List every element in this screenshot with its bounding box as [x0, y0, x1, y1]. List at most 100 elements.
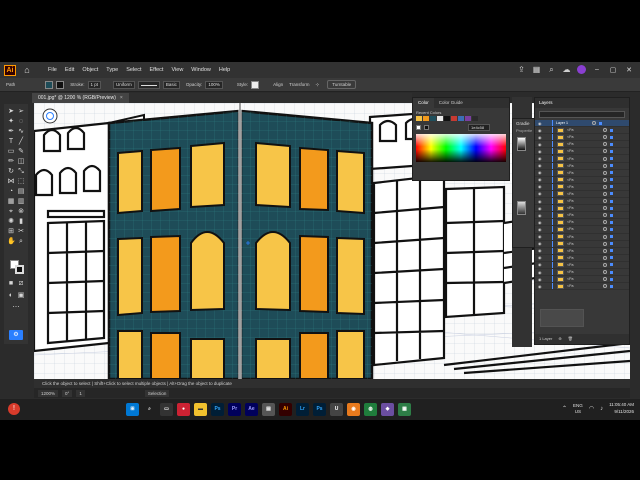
layer-target-icon[interactable] — [603, 170, 607, 175]
start-icon[interactable]: ⊞ — [126, 403, 139, 416]
graph-tool-icon[interactable]: ▮ — [17, 218, 25, 226]
layers-panel-title[interactable]: Layers — [535, 98, 629, 108]
layer-target-icon[interactable] — [592, 121, 596, 126]
pen-tool-icon[interactable]: ✒ — [7, 128, 15, 136]
unreal-icon[interactable]: U — [330, 403, 343, 416]
screen-mode-icon[interactable]: ▣ — [17, 292, 25, 300]
visibility-eye-icon[interactable]: ◉ — [538, 142, 544, 147]
recent-color-swatch[interactable] — [465, 116, 471, 121]
sublayer-row[interactable]: ◉ <Pa — [535, 219, 629, 227]
recent-color-swatch[interactable] — [416, 116, 422, 121]
chrome-icon[interactable]: ◍ — [364, 403, 377, 416]
visibility-eye-icon[interactable]: ◉ — [538, 128, 544, 133]
transform-button[interactable]: Transform — [289, 82, 309, 87]
opacity-label[interactable]: Opacity: — [186, 82, 203, 87]
sublayer-row[interactable]: ◉ <Pa — [535, 190, 629, 199]
recent-color-swatch[interactable] — [458, 116, 464, 121]
visibility-eye-icon[interactable]: ◉ — [538, 234, 544, 239]
layer-target-icon[interactable] — [603, 248, 607, 253]
search-icon[interactable]: ⌕ — [547, 65, 556, 74]
layer-target-icon[interactable] — [603, 135, 607, 140]
layer-target-icon[interactable] — [603, 128, 607, 133]
sublayer-row[interactable]: ◉ <Pa — [535, 141, 629, 149]
fill-mini-swatch[interactable] — [416, 125, 421, 130]
symbol-sprayer-icon[interactable]: ✺ — [7, 218, 15, 226]
gradient-swatch[interactable] — [517, 137, 526, 151]
sublayer-row[interactable]: ◉ <Pa — [535, 155, 629, 163]
sublayer-row[interactable]: ◉ <Pa — [535, 226, 629, 234]
sublayer-row[interactable]: ◉ <Pa — [535, 247, 629, 255]
sublayer-row[interactable]: ◉ <Pa — [535, 233, 629, 241]
sublayer-row[interactable]: ◉ <Pa — [535, 148, 629, 156]
visibility-eye-icon[interactable]: ◉ — [538, 227, 544, 232]
sublayer-row[interactable]: ◉ <Pa — [535, 205, 629, 213]
eraser-icon[interactable]: ◫ — [17, 158, 25, 166]
recent-color-swatch[interactable] — [430, 116, 436, 121]
app-icon[interactable]: ▤ — [262, 403, 275, 416]
maximize-icon[interactable]: ▢ — [608, 66, 618, 74]
none-mode-icon[interactable]: ⧄ — [17, 280, 25, 288]
visibility-eye-icon[interactable]: ◉ — [538, 248, 544, 253]
align-button[interactable]: Align — [273, 82, 283, 87]
perspective-widget-icon[interactable] — [42, 108, 58, 124]
minimize-icon[interactable]: – — [592, 66, 602, 73]
layer-selection-indicator[interactable] — [610, 270, 613, 274]
sublayer-row[interactable]: ◉ <Pa — [535, 276, 629, 284]
taskbar-app-photoshop[interactable]: Pr — [228, 403, 241, 416]
visibility-eye-icon[interactable]: ◉ — [538, 184, 544, 189]
zoom-level-field[interactable]: 1200% — [38, 389, 59, 397]
visibility-eye-icon[interactable]: ◉ — [538, 163, 544, 168]
layer-selection-indicator[interactable] — [610, 178, 613, 182]
layer-selection-indicator[interactable] — [610, 284, 613, 288]
volume-icon[interactable]: ♪ — [600, 406, 603, 412]
edit-toolbar-icon[interactable]: ⚙ — [9, 330, 23, 340]
visibility-eye-icon[interactable]: ◉ — [538, 135, 544, 140]
document-tab[interactable]: 001.jpg* @ 1200 % (RGB/Preview) × — [32, 93, 129, 103]
close-tab-icon[interactable]: × — [120, 93, 123, 103]
variable-width-profile[interactable]: Uniform — [113, 80, 135, 89]
menu-help[interactable]: Help — [219, 67, 230, 73]
sublayer-row[interactable]: ◉ <Pa — [535, 240, 629, 248]
layer-selection-indicator[interactable] — [610, 256, 613, 260]
perspective-grid-icon[interactable]: ▤ — [17, 188, 25, 196]
app-icon-2[interactable]: ◆ — [381, 403, 394, 416]
spreadsheet-icon[interactable]: ▦ — [398, 403, 411, 416]
rotate-tool-icon[interactable]: ↻ — [7, 168, 15, 176]
wifi-icon[interactable]: ◠ — [589, 405, 594, 412]
obs-icon[interactable]: ● — [177, 403, 190, 416]
layers-search-input[interactable] — [539, 111, 625, 118]
layer-selection-indicator[interactable] — [610, 199, 613, 203]
menu-object[interactable]: Object — [82, 67, 98, 73]
layer-target-icon[interactable] — [603, 177, 607, 182]
curvature-tool-icon[interactable]: ∿ — [17, 128, 25, 136]
sublayer-row[interactable]: ◉ <Pa — [535, 283, 629, 291]
brush-definition-dropdown[interactable] — [137, 80, 160, 89]
menu-effect[interactable]: Effect — [150, 67, 164, 73]
pencil-tool-icon[interactable]: ✏ — [7, 158, 15, 166]
scale-tool-icon[interactable]: ⤡ — [17, 168, 25, 176]
hand-tool-icon[interactable]: ✋ — [7, 238, 16, 246]
clock[interactable]: 11:05:40 AM 9/11/2026 — [609, 402, 634, 415]
sublayer-row[interactable]: ◉ <Pa — [535, 134, 629, 142]
selection-tool-icon[interactable]: ➤ — [7, 108, 15, 116]
layer-target-icon[interactable] — [603, 156, 607, 161]
graphic-style-swatch[interactable] — [251, 80, 260, 89]
layer-target-icon[interactable] — [603, 220, 607, 225]
recent-color-swatch[interactable] — [423, 116, 429, 121]
hex-input[interactable]: 1e4c58 — [468, 124, 490, 131]
visibility-eye-icon[interactable]: ◉ — [538, 284, 544, 289]
tab-color-guide[interactable]: Color Guide — [434, 98, 468, 108]
paintbrush-icon[interactable]: ✎ — [17, 148, 25, 156]
layer-selection-indicator[interactable] — [610, 128, 613, 132]
layer-selection-indicator[interactable] — [610, 171, 613, 175]
sublayer-row[interactable]: ◉ <Pa — [535, 176, 629, 184]
layer-target-icon[interactable] — [603, 255, 607, 260]
layer-selection-indicator[interactable] — [610, 227, 613, 231]
lasso-icon[interactable]: ◌ — [17, 118, 25, 126]
slice-tool-icon[interactable]: ✂ — [17, 228, 25, 236]
width-tool-icon[interactable]: ⋈ — [7, 178, 15, 186]
layer-selection-indicator[interactable] — [610, 142, 613, 146]
magic-wand-icon[interactable]: ✦ — [7, 118, 15, 126]
artboard-tool-icon[interactable]: ⊞ — [7, 228, 15, 236]
layer-selection-indicator[interactable] — [610, 206, 613, 210]
